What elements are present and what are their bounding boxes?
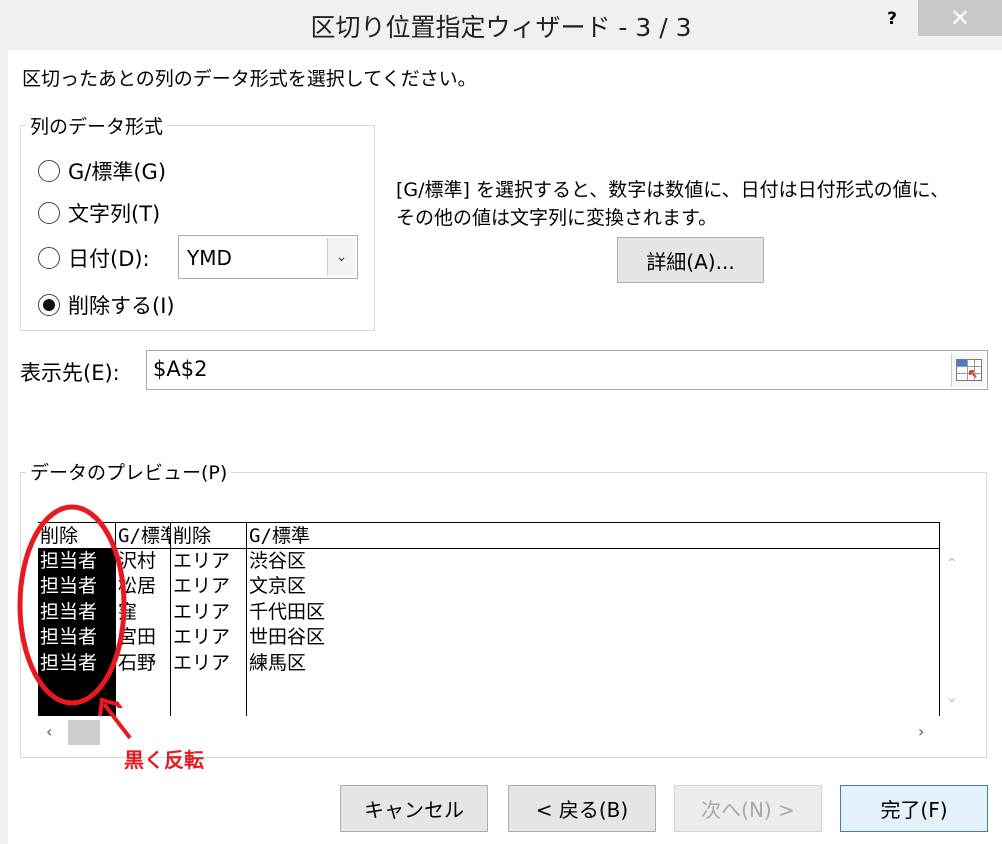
preview-column-3[interactable]: 削除 エリア エリア エリア エリア エリア xyxy=(170,523,246,716)
format-description-line-1: [G/標準] を選択すると、数字は数値に、日付は日付形式の値に、 xyxy=(396,179,950,201)
preview-column-header: G/標準 xyxy=(247,523,939,549)
close-icon: ✕ xyxy=(949,4,971,32)
data-preview-group-title: データのプレビュー(P) xyxy=(26,458,232,485)
window-title: 区切り位置指定ウィザード - 3 / 3 xyxy=(310,13,692,42)
cancel-button[interactable]: キャンセル xyxy=(340,785,488,832)
annotation-arrow xyxy=(98,697,132,740)
preview-cell: 練馬区 xyxy=(249,651,307,674)
radio-circle xyxy=(38,247,60,269)
preview-cell: エリア xyxy=(173,575,231,598)
radio-skip-label: 削除する(I) xyxy=(68,294,175,318)
scroll-right-icon[interactable]: › xyxy=(918,722,924,741)
annotation-ellipse xyxy=(17,504,127,708)
data-preview-grid[interactable]: 削除 担当者 担当者 担当者 担当者 担当者 G/標準 沢村 松居 窪 宮田 石… xyxy=(38,522,940,716)
radio-selected-dot xyxy=(43,299,55,311)
destination-value: $A$2 xyxy=(153,357,208,381)
preview-cell: エリア xyxy=(173,626,231,649)
format-description-line-2: その他の値は文字列に変換されます。 xyxy=(396,207,718,229)
preview-cell: エリア xyxy=(173,550,231,572)
radio-general-label: G/標準(G) xyxy=(68,160,167,184)
instruction-text: 区切ったあとの列のデータ形式を選択してください。 xyxy=(22,68,477,90)
scroll-down-icon[interactable]: ⌄ xyxy=(946,690,958,706)
date-format-select[interactable]: YMD ⌄ xyxy=(178,235,358,279)
finish-button[interactable]: 完了(F) xyxy=(840,785,988,832)
preview-cell: 渋谷区 xyxy=(249,550,307,572)
date-format-value: YMD xyxy=(187,246,232,270)
destination-input[interactable]: $A$2 xyxy=(146,350,988,390)
radio-text[interactable]: 文字列(T) xyxy=(38,198,160,228)
radio-date[interactable]: 日付(D): xyxy=(38,243,150,273)
radio-skip[interactable]: 削除する(I) xyxy=(38,290,175,320)
preview-column-header: 削除 xyxy=(171,523,246,549)
annotation-label: 黒く反転 xyxy=(124,748,204,772)
format-description: [G/標準] を選択すると、数字は数値に、日付は日付形式の値に、 その他の値は文… xyxy=(396,176,986,232)
preview-cell: 文京区 xyxy=(249,575,307,598)
preview-cell: 世田谷区 xyxy=(249,626,326,649)
next-button[interactable]: 次へ(N) > xyxy=(674,785,822,832)
title-bar: 区切り位置指定ウィザード - 3 / 3 ? ✕ xyxy=(0,0,1002,50)
preview-cell: エリア xyxy=(173,600,231,623)
chevron-down-icon[interactable]: ⌄ xyxy=(327,238,355,276)
advanced-button[interactable]: 詳細(A)... xyxy=(617,237,764,283)
preview-cell: エリア xyxy=(173,651,231,674)
radio-circle xyxy=(38,160,60,182)
radio-circle xyxy=(38,294,60,316)
help-button[interactable]: ? xyxy=(872,4,912,34)
back-button[interactable]: < 戻る(B) xyxy=(508,785,656,832)
scroll-left-icon[interactable]: ‹ xyxy=(46,722,52,741)
destination-label: 表示先(E): xyxy=(20,361,120,385)
scroll-up-icon[interactable]: ⌃ xyxy=(946,556,958,572)
preview-cell: 千代田区 xyxy=(249,600,326,623)
column-format-group-title: 列のデータ形式 xyxy=(26,112,168,139)
preview-column-4[interactable]: G/標準 渋谷区 文京区 千代田区 世田谷区 練馬区 xyxy=(246,523,939,716)
radio-date-label: 日付(D): xyxy=(68,247,150,271)
range-select-icon[interactable] xyxy=(951,353,985,387)
radio-circle xyxy=(38,202,60,224)
close-button[interactable]: ✕ xyxy=(918,0,1002,36)
radio-general[interactable]: G/標準(G) xyxy=(38,156,166,186)
radio-text-label: 文字列(T) xyxy=(68,202,161,226)
